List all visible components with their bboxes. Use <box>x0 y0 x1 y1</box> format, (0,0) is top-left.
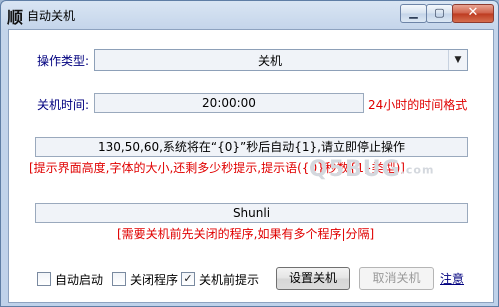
chevron-down-icon[interactable]: ▼ <box>448 50 467 70</box>
cancel-shutdown-button[interactable]: 取消关机 <box>359 267 434 290</box>
checkbox-box[interactable] <box>37 272 51 286</box>
close-button[interactable]: ✕ <box>452 4 494 23</box>
close-programs-checkbox[interactable]: 关闭程序 <box>112 271 182 287</box>
app-icon: 顺 <box>7 8 24 27</box>
prompt-before-shutdown-checkbox[interactable]: ✓ 关机前提示 <box>181 271 265 287</box>
checkmark-icon[interactable]: ✓ <box>181 272 195 286</box>
operation-type-value: 关机 <box>257 54 282 68</box>
client-area: 操作类型: 关机 ▼ 关机时间: 20:00:00 24小时的时间格式 130,… <box>8 29 494 303</box>
message-input[interactable]: 130,50,60,系统将在“{0}”秒后自动{1},请立即停止操作 <box>35 137 468 157</box>
checkbox-box[interactable] <box>112 272 126 286</box>
time-format-hint: 24小时的时间格式 <box>368 98 468 112</box>
program-hint: [需要关机前先关闭的程序,如果有多个程序|分隔] <box>117 227 375 241</box>
shutdown-time-input[interactable]: 20:00:00 <box>94 93 364 113</box>
close-programs-label: 关闭程序 <box>130 273 179 287</box>
notice-link[interactable]: 注意 <box>440 270 464 287</box>
prompt-before-shutdown-label: 关机前提示 <box>199 273 260 287</box>
watermark-logo: Q5BUG.com <box>309 157 434 182</box>
maximize-button[interactable]: ▢ <box>426 4 453 23</box>
watermark-suffix: .com <box>400 163 435 177</box>
minimize-button[interactable]: ▁ <box>400 4 427 23</box>
window-title: 自动关机 <box>27 9 76 23</box>
set-shutdown-button[interactable]: 设置关机 <box>276 267 350 290</box>
app-window: 顺 自动关机 ▁ ▢ ✕ 操作类型: 关机 ▼ 关机时间: 20:00:00 2… <box>0 0 499 307</box>
watermark-text: Q5BUG <box>309 157 401 182</box>
program-input[interactable]: Shunli <box>35 203 468 223</box>
operation-type-label: 操作类型: <box>37 54 90 68</box>
operation-type-select[interactable]: 关机 ▼ <box>94 49 468 71</box>
title-bar[interactable]: 顺 自动关机 ▁ ▢ ✕ <box>1 1 498 27</box>
shutdown-time-label: 关机时间: <box>37 98 90 112</box>
auto-start-checkbox[interactable]: 自动启动 <box>37 271 107 287</box>
auto-start-label: 自动启动 <box>55 273 104 287</box>
